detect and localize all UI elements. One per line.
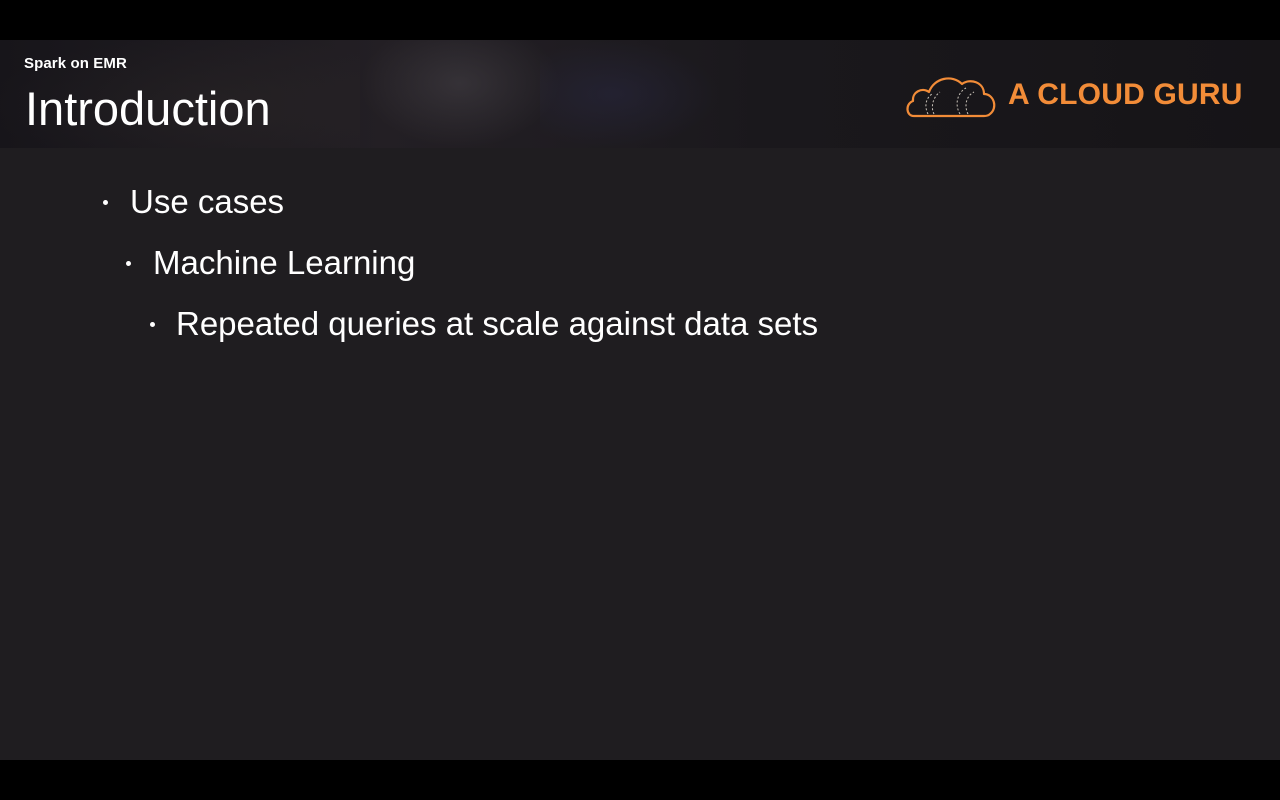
bullet-dot-icon [126, 261, 131, 266]
letterbox-top [0, 0, 1280, 40]
slide: Spark on EMR Introduction A CLOUD GURU U… [0, 40, 1280, 760]
background-video-shape [540, 40, 720, 148]
course-label: Spark on EMR [24, 55, 127, 72]
brand-logo: A CLOUD GURU [904, 66, 1249, 122]
brand-name: A CLOUD GURU [1008, 78, 1243, 111]
letterbox-bottom [0, 760, 1280, 800]
bullet-text: Use cases [130, 183, 285, 220]
background-video-shape [360, 40, 560, 148]
bullet-text: Machine Learning [153, 244, 416, 281]
slide-header: Spark on EMR Introduction A CLOUD GURU [0, 40, 1280, 148]
bullet-text: Repeated queries at scale against data s… [176, 305, 819, 342]
bullet-dot-icon [150, 322, 155, 327]
cloud-logo-icon [906, 77, 996, 118]
bullet-dot-icon [103, 200, 108, 205]
slide-title: Introduction [25, 82, 271, 135]
